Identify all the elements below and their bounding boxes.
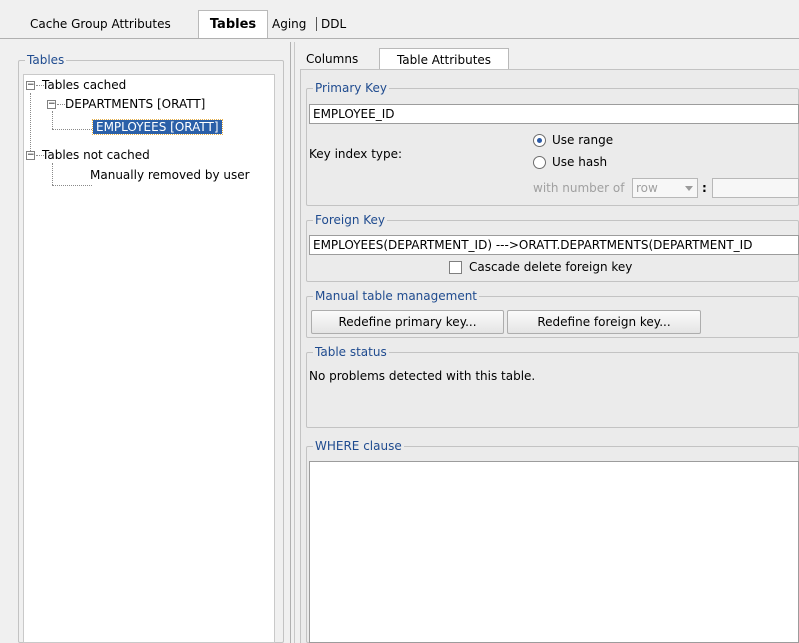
table-status-group: Table status xyxy=(306,345,799,428)
where-clause-textarea[interactable] xyxy=(309,461,799,643)
collapse-toggle-icon[interactable]: − xyxy=(26,151,35,160)
collapse-toggle-icon[interactable]: − xyxy=(47,100,56,109)
hash-unit-select[interactable]: row xyxy=(632,178,698,198)
tables-group-title: Tables xyxy=(25,53,67,67)
tree-node-departments[interactable]: DEPARTMENTS [ORATT] xyxy=(65,96,205,112)
where-clause-title: WHERE clause xyxy=(313,439,404,453)
use-hash-radio[interactable] xyxy=(533,156,546,169)
tab-table-attributes[interactable]: Table Attributes xyxy=(379,48,509,70)
table-status-title: Table status xyxy=(313,345,389,359)
radio-selected-dot xyxy=(537,138,542,143)
key-index-type-label: Key index type: xyxy=(309,147,403,161)
tab-strip-border xyxy=(0,38,799,39)
tree-line xyxy=(52,163,53,185)
use-hash-label: Use hash xyxy=(552,155,608,169)
tree-line xyxy=(52,185,92,186)
chevron-down-icon xyxy=(685,186,693,191)
cascade-delete-label: Cascade delete foreign key xyxy=(469,260,633,274)
use-range-label: Use range xyxy=(552,133,614,147)
tree-node-tables-not-cached[interactable]: Tables not cached xyxy=(42,147,150,163)
tree-node-employees-label: EMPLOYEES [ORATT] xyxy=(92,119,223,135)
tree-line xyxy=(30,93,31,153)
use-range-radio[interactable] xyxy=(533,134,546,147)
redefine-primary-key-button[interactable]: Redefine primary key... xyxy=(311,310,504,334)
tab-cache-group-attributes[interactable]: Cache Group Attributes xyxy=(30,10,190,38)
tree-line xyxy=(52,111,53,129)
tab-ddl[interactable]: DDL xyxy=(321,10,361,38)
primary-key-title: Primary Key xyxy=(313,81,389,95)
hash-number-input[interactable] xyxy=(712,178,799,198)
panel-divider xyxy=(294,42,295,643)
redefine-foreign-key-button[interactable]: Redefine foreign key... xyxy=(507,310,701,334)
primary-key-field[interactable]: EMPLOYEE_ID xyxy=(309,104,799,124)
manual-management-title: Manual table management xyxy=(313,289,480,303)
foreign-key-title: Foreign Key xyxy=(313,213,387,227)
collapse-toggle-icon[interactable]: − xyxy=(26,81,35,90)
tab-aging[interactable]: Aging xyxy=(272,10,312,38)
tree-line xyxy=(57,104,65,105)
tables-tree[interactable]: − Tables cached − DEPARTMENTS [ORATT] EM… xyxy=(23,74,275,643)
tab-separator xyxy=(316,17,317,31)
tree-node-employees[interactable]: EMPLOYEES [ORATT] xyxy=(92,119,223,135)
tree-node-manually-removed[interactable]: Manually removed by user xyxy=(90,167,250,183)
panel-divider xyxy=(290,42,291,643)
cascade-delete-checkbox[interactable] xyxy=(449,261,462,274)
foreign-key-field[interactable]: EMPLOYEES(DEPARTMENT_ID) --->ORATT.DEPAR… xyxy=(309,235,799,255)
table-status-text: No problems detected with this table. xyxy=(309,369,536,383)
with-number-of-label: with number of xyxy=(533,181,625,195)
tree-line xyxy=(52,129,92,130)
colon-label: : xyxy=(702,181,707,195)
top-tab-bar: Cache Group Attributes Tables Aging DDL xyxy=(0,0,799,40)
tab-tables[interactable]: Tables xyxy=(198,10,268,38)
tree-node-tables-cached[interactable]: Tables cached xyxy=(42,77,126,93)
hash-unit-value: row xyxy=(636,181,658,195)
tab-columns[interactable]: Columns xyxy=(306,48,376,70)
